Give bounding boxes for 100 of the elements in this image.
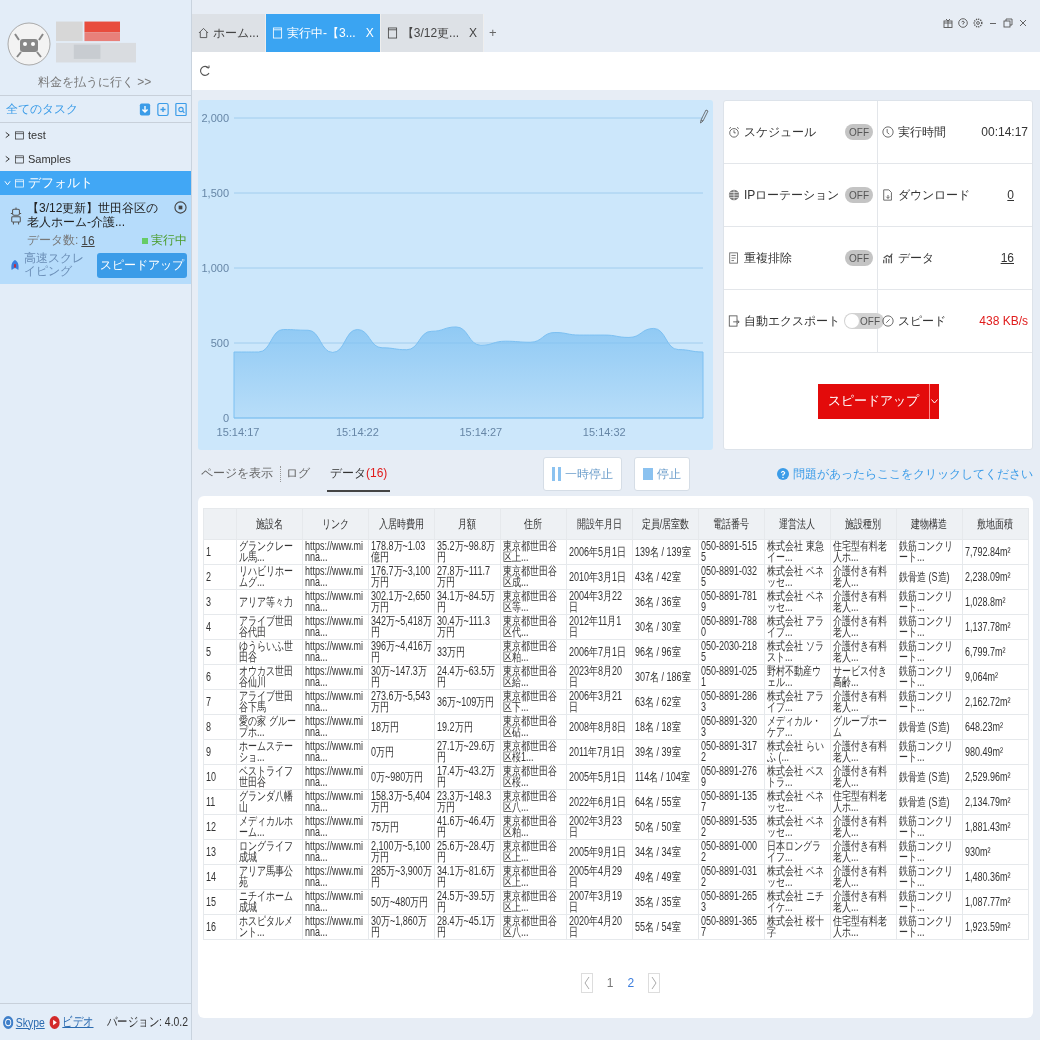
table-cell: メディカルホーム... [236, 814, 303, 840]
table-cell: 2011年7月1日 [566, 739, 633, 765]
refresh-icon[interactable] [199, 64, 211, 78]
table-cell: 285万~3,900万円 [368, 864, 435, 890]
export-icon [728, 315, 740, 327]
page-number[interactable]: 1 [606, 976, 614, 990]
view-tab[interactable]: ページを表示 [198, 456, 276, 492]
table-cell: https://www.minna... [302, 689, 369, 715]
pause-button[interactable]: 一時停止 [543, 457, 622, 491]
task-card[interactable]: 【3/12更新】世田谷区の老人ホーム-介護... データ数: 16 実行中 高速スクレイピング スピードアップ [0, 195, 191, 284]
table-cell: 30.4万~111.3万円 [434, 614, 501, 640]
folder-item[interactable]: デフォルト [0, 171, 191, 195]
table-cell: 2010年3月1日 [566, 564, 633, 590]
dropdown-button[interactable] [928, 383, 939, 419]
table-cell: 24.4万~63.5万円 [434, 664, 501, 690]
table-cell: https://www.minna... [302, 589, 369, 615]
table-cell: グランクレール馬... [236, 539, 303, 565]
table-cell: 日本ロングライフ... [764, 839, 831, 865]
x-axis-label: 15:14:17 [216, 426, 260, 438]
browser-tab[interactable]: 実行中-【3... X [266, 14, 381, 52]
data-count-link[interactable]: 16 [81, 233, 95, 248]
table-cell: 5 [203, 639, 237, 665]
table-cell: 980.49m² [962, 739, 1029, 765]
metric-value[interactable]: 0 [1007, 188, 1014, 202]
y-axis-label: 0 [222, 412, 229, 424]
table-cell: https://www.minna... [302, 614, 369, 640]
folder-item[interactable]: test [0, 123, 191, 147]
bars-icon [882, 252, 894, 264]
close-tab-button[interactable]: X [365, 26, 374, 40]
gift-icon[interactable] [943, 18, 953, 28]
stop-icon[interactable] [174, 201, 187, 214]
pay-link[interactable]: 料金を払うに行く >> [38, 74, 152, 91]
table-cell: 0万円 [368, 739, 435, 765]
table-cell: https://www.minna... [302, 564, 369, 590]
footer-link[interactable]: Skype [15, 1014, 45, 1030]
help-icon[interactable] [958, 18, 968, 28]
file-icon [882, 189, 894, 201]
table-cell: 10 [203, 764, 237, 790]
table-cell: 96名 / 96室 [632, 639, 699, 665]
table-cell: https://www.minna... [302, 814, 369, 840]
alarm-icon [728, 126, 740, 138]
video-icon[interactable] [49, 1015, 60, 1029]
table-cell: 7,792.84m² [962, 539, 1029, 565]
scraping-mode-label: 高速スクレイピング [24, 252, 85, 278]
folder-icon [15, 154, 24, 164]
metric-label: 実行時間 [898, 123, 946, 141]
new-tab-button[interactable]: + [489, 24, 497, 40]
table-cell: 273.6万~5,543万円 [368, 689, 435, 715]
globe-icon [728, 189, 740, 201]
table-cell: 930m² [962, 839, 1029, 865]
settings-icon[interactable] [973, 18, 983, 28]
table-cell: 1 [203, 539, 237, 565]
table-cell: 050-8891-0251 [698, 664, 765, 690]
setting-label: スケジュール [744, 123, 816, 141]
folder-item[interactable]: Samples [0, 147, 191, 171]
table-cell: 050-8891-1357 [698, 789, 765, 815]
table-cell: 4 [203, 614, 237, 640]
table-cell: 1,137.78m² [962, 614, 1029, 640]
table-cell: 34名 / 34室 [632, 839, 699, 865]
table-cell: https://www.minna... [302, 664, 369, 690]
close-tab-button[interactable]: X [469, 26, 478, 40]
table-cell: 2002年3月23日 [566, 814, 633, 840]
help-icon[interactable] [777, 468, 789, 480]
all-tasks-title[interactable]: 全てのタスク [6, 100, 78, 118]
skype-icon[interactable] [3, 1015, 14, 1029]
metric-label: ダウンロード [898, 186, 970, 204]
browser-tab[interactable]: ホーム... [192, 14, 266, 52]
page-number[interactable]: 2 [627, 976, 635, 990]
column-header: 建物構造 [896, 508, 963, 540]
table-cell: 050-8891-3172 [698, 739, 765, 765]
pencil-icon[interactable] [700, 109, 709, 124]
column-header: 施設種別 [830, 508, 897, 540]
table-cell: 050-8891-5155 [698, 539, 765, 565]
table-cell: 鉄骨造 (S造) [896, 789, 963, 815]
add-task-icon[interactable] [157, 101, 169, 117]
table-cell: 050-8891-7880 [698, 614, 765, 640]
table-cell: ニチイホーム成城 [236, 889, 303, 915]
table-cell: 15 [203, 889, 237, 915]
speed-up-button[interactable]: スピードアップ [817, 383, 929, 419]
import-icon[interactable] [139, 101, 151, 117]
table-cell: 鉄筋コンクリート... [896, 589, 963, 615]
search-file-icon[interactable] [175, 101, 187, 117]
toggle-switch[interactable]: OFF [844, 313, 884, 329]
column-header: 月額 [434, 508, 501, 540]
view-tab[interactable]: ログ [283, 456, 313, 492]
stop-button[interactable]: 停止 [634, 457, 690, 491]
view-tab[interactable]: データ(16) [327, 456, 391, 492]
browser-tab[interactable]: 【3/12更... X [380, 14, 485, 52]
table-cell: 2 [203, 564, 237, 590]
table-cell: 鉄骨造 (S造) [896, 714, 963, 740]
speed-up-button[interactable]: スピードアップ [97, 252, 187, 278]
metric-value[interactable]: 16 [1000, 251, 1014, 265]
table-cell: 158.3万~5,404万円 [368, 789, 435, 815]
table-cell: 2008年8月8日 [566, 714, 633, 740]
table-cell: 050-8891-2863 [698, 689, 765, 715]
table-cell: ロングライフ成城 [236, 839, 303, 865]
restore-icon[interactable] [1003, 18, 1013, 28]
close-icon[interactable] [1018, 18, 1028, 28]
footer-link[interactable]: ビデオ [62, 1013, 94, 1031]
help-link[interactable]: 問題があったらここをクリックしてください [793, 465, 1033, 483]
